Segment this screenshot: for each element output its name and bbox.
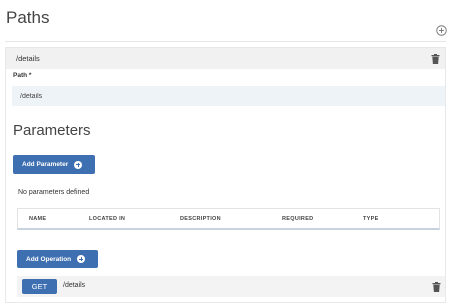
- column-header-name: NAME: [29, 216, 47, 222]
- delete-operation-trash-icon[interactable]: [432, 282, 441, 292]
- parameters-table-header: NAME LOCATED IN DESCRIPTION REQUIRED TYP…: [17, 208, 440, 230]
- path-panel: /details Path * Parameters Add Parameter…: [5, 47, 446, 303]
- operation-row[interactable]: GET /details: [17, 276, 445, 297]
- path-header[interactable]: /details: [6, 48, 445, 69]
- operation-path: /details: [63, 282, 86, 289]
- add-parameter-label: Add Parameter: [22, 161, 69, 168]
- plus-circle-icon: [77, 255, 86, 263]
- divider: [5, 41, 446, 42]
- path-input[interactable]: [12, 86, 445, 106]
- paths-title: Paths: [6, 8, 50, 27]
- path-field-label: Path *: [13, 72, 32, 79]
- column-header-required: REQUIRED: [282, 216, 314, 222]
- parameters-title: Parameters: [13, 122, 91, 139]
- column-header-description: DESCRIPTION: [180, 216, 221, 222]
- plus-circle-icon: [74, 160, 83, 169]
- add-path-icon[interactable]: [436, 25, 447, 36]
- add-operation-button[interactable]: Add Operation: [17, 250, 98, 268]
- empty-parameters-text: No parameters defined: [18, 189, 90, 196]
- column-header-type: TYPE: [363, 216, 379, 222]
- method-get-button[interactable]: GET: [22, 279, 57, 294]
- add-operation-label: Add Operation: [26, 255, 72, 263]
- add-parameter-button[interactable]: Add Parameter: [13, 155, 95, 174]
- column-header-located-in: LOCATED IN: [89, 216, 126, 222]
- delete-path-trash-icon[interactable]: [431, 54, 440, 64]
- path-header-label: /details: [16, 54, 40, 63]
